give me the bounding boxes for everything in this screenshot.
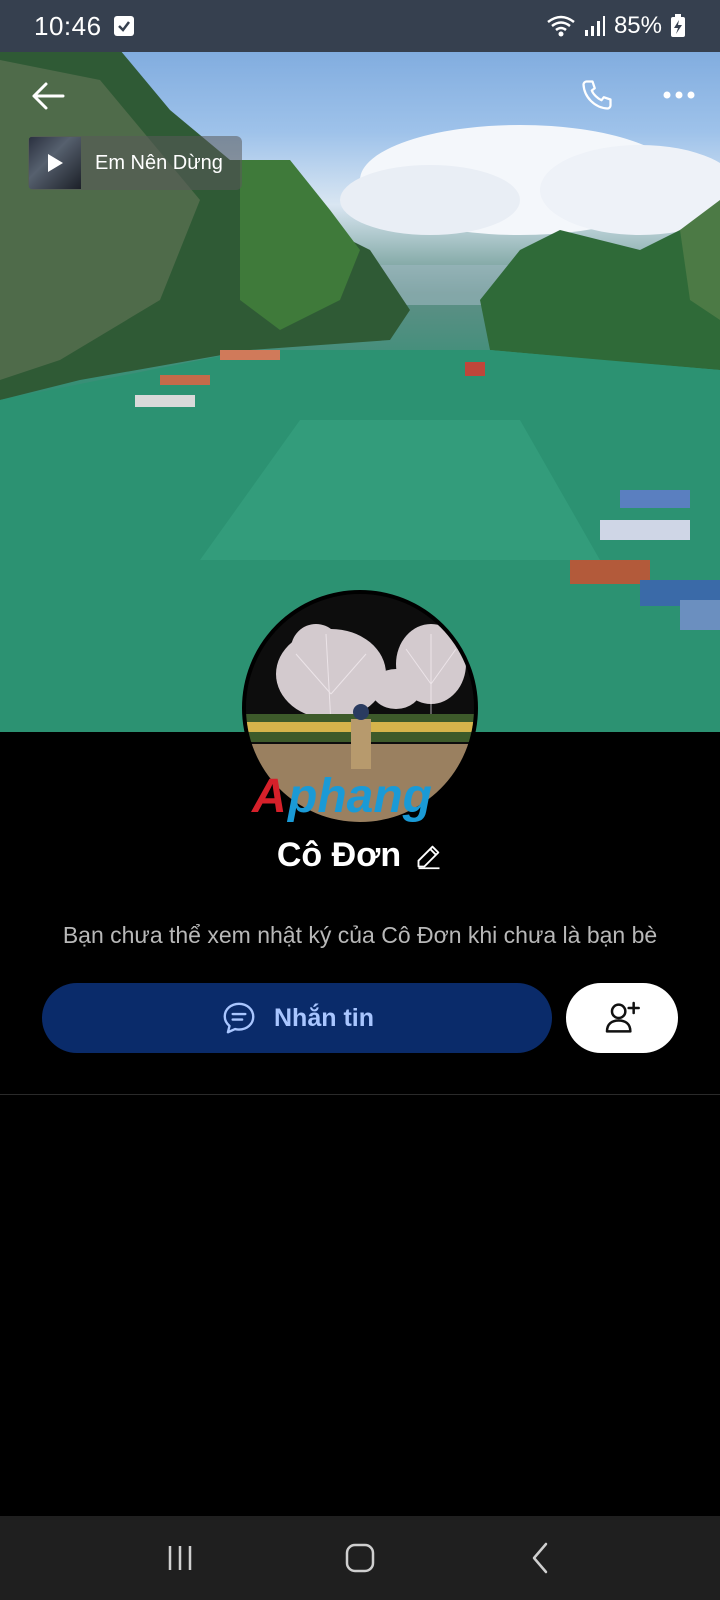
svg-text:phang: phang xyxy=(286,770,432,823)
section-divider xyxy=(0,1094,720,1095)
recents-icon xyxy=(168,1546,192,1570)
back-chevron-icon xyxy=(532,1542,548,1574)
add-friend-button[interactable] xyxy=(566,983,678,1053)
profile-name: Cô Đơn xyxy=(276,836,402,874)
recents-button[interactable] xyxy=(150,1528,210,1588)
chat-bubble-icon xyxy=(223,1002,255,1034)
profile-music-chip[interactable]: Em Nên Dừng xyxy=(28,136,242,190)
battery-percentage: 85% xyxy=(613,12,662,39)
edit-pencil-icon[interactable] xyxy=(415,842,443,870)
wifi-icon xyxy=(547,15,575,37)
svg-text:A: A xyxy=(251,770,287,823)
more-horizontal-icon xyxy=(663,91,695,99)
phone-icon xyxy=(582,80,612,110)
profile-name-row: Cô Đơn xyxy=(0,836,720,875)
more-options-button[interactable] xyxy=(654,70,704,120)
friendship-notice: Bạn chưa thể xem nhật ký của Cô Đơn khi … xyxy=(62,922,658,948)
play-icon xyxy=(48,154,63,172)
music-title: Em Nên Dừng xyxy=(95,151,223,174)
message-button-label: Nhắn tin xyxy=(274,1003,374,1032)
arrow-left-icon xyxy=(32,82,65,110)
system-back-button[interactable] xyxy=(510,1528,570,1588)
album-art-thumbnail xyxy=(29,137,81,189)
battery-charging-icon xyxy=(671,14,685,37)
watermark-logo: A phang xyxy=(251,770,432,823)
home-button[interactable] xyxy=(330,1528,390,1588)
status-bar: 10:46 85% xyxy=(0,0,720,52)
back-button[interactable] xyxy=(24,72,72,120)
signal-icon xyxy=(584,16,605,36)
add-user-icon xyxy=(605,1001,640,1033)
home-icon xyxy=(345,1543,375,1573)
system-navigation-bar xyxy=(0,1516,720,1600)
status-indicators: 85% xyxy=(546,12,686,40)
call-button[interactable] xyxy=(572,70,622,120)
status-time: 10:46 xyxy=(34,10,102,41)
checkbox-notification-icon xyxy=(113,16,134,36)
message-button[interactable]: Nhắn tin xyxy=(42,983,552,1053)
